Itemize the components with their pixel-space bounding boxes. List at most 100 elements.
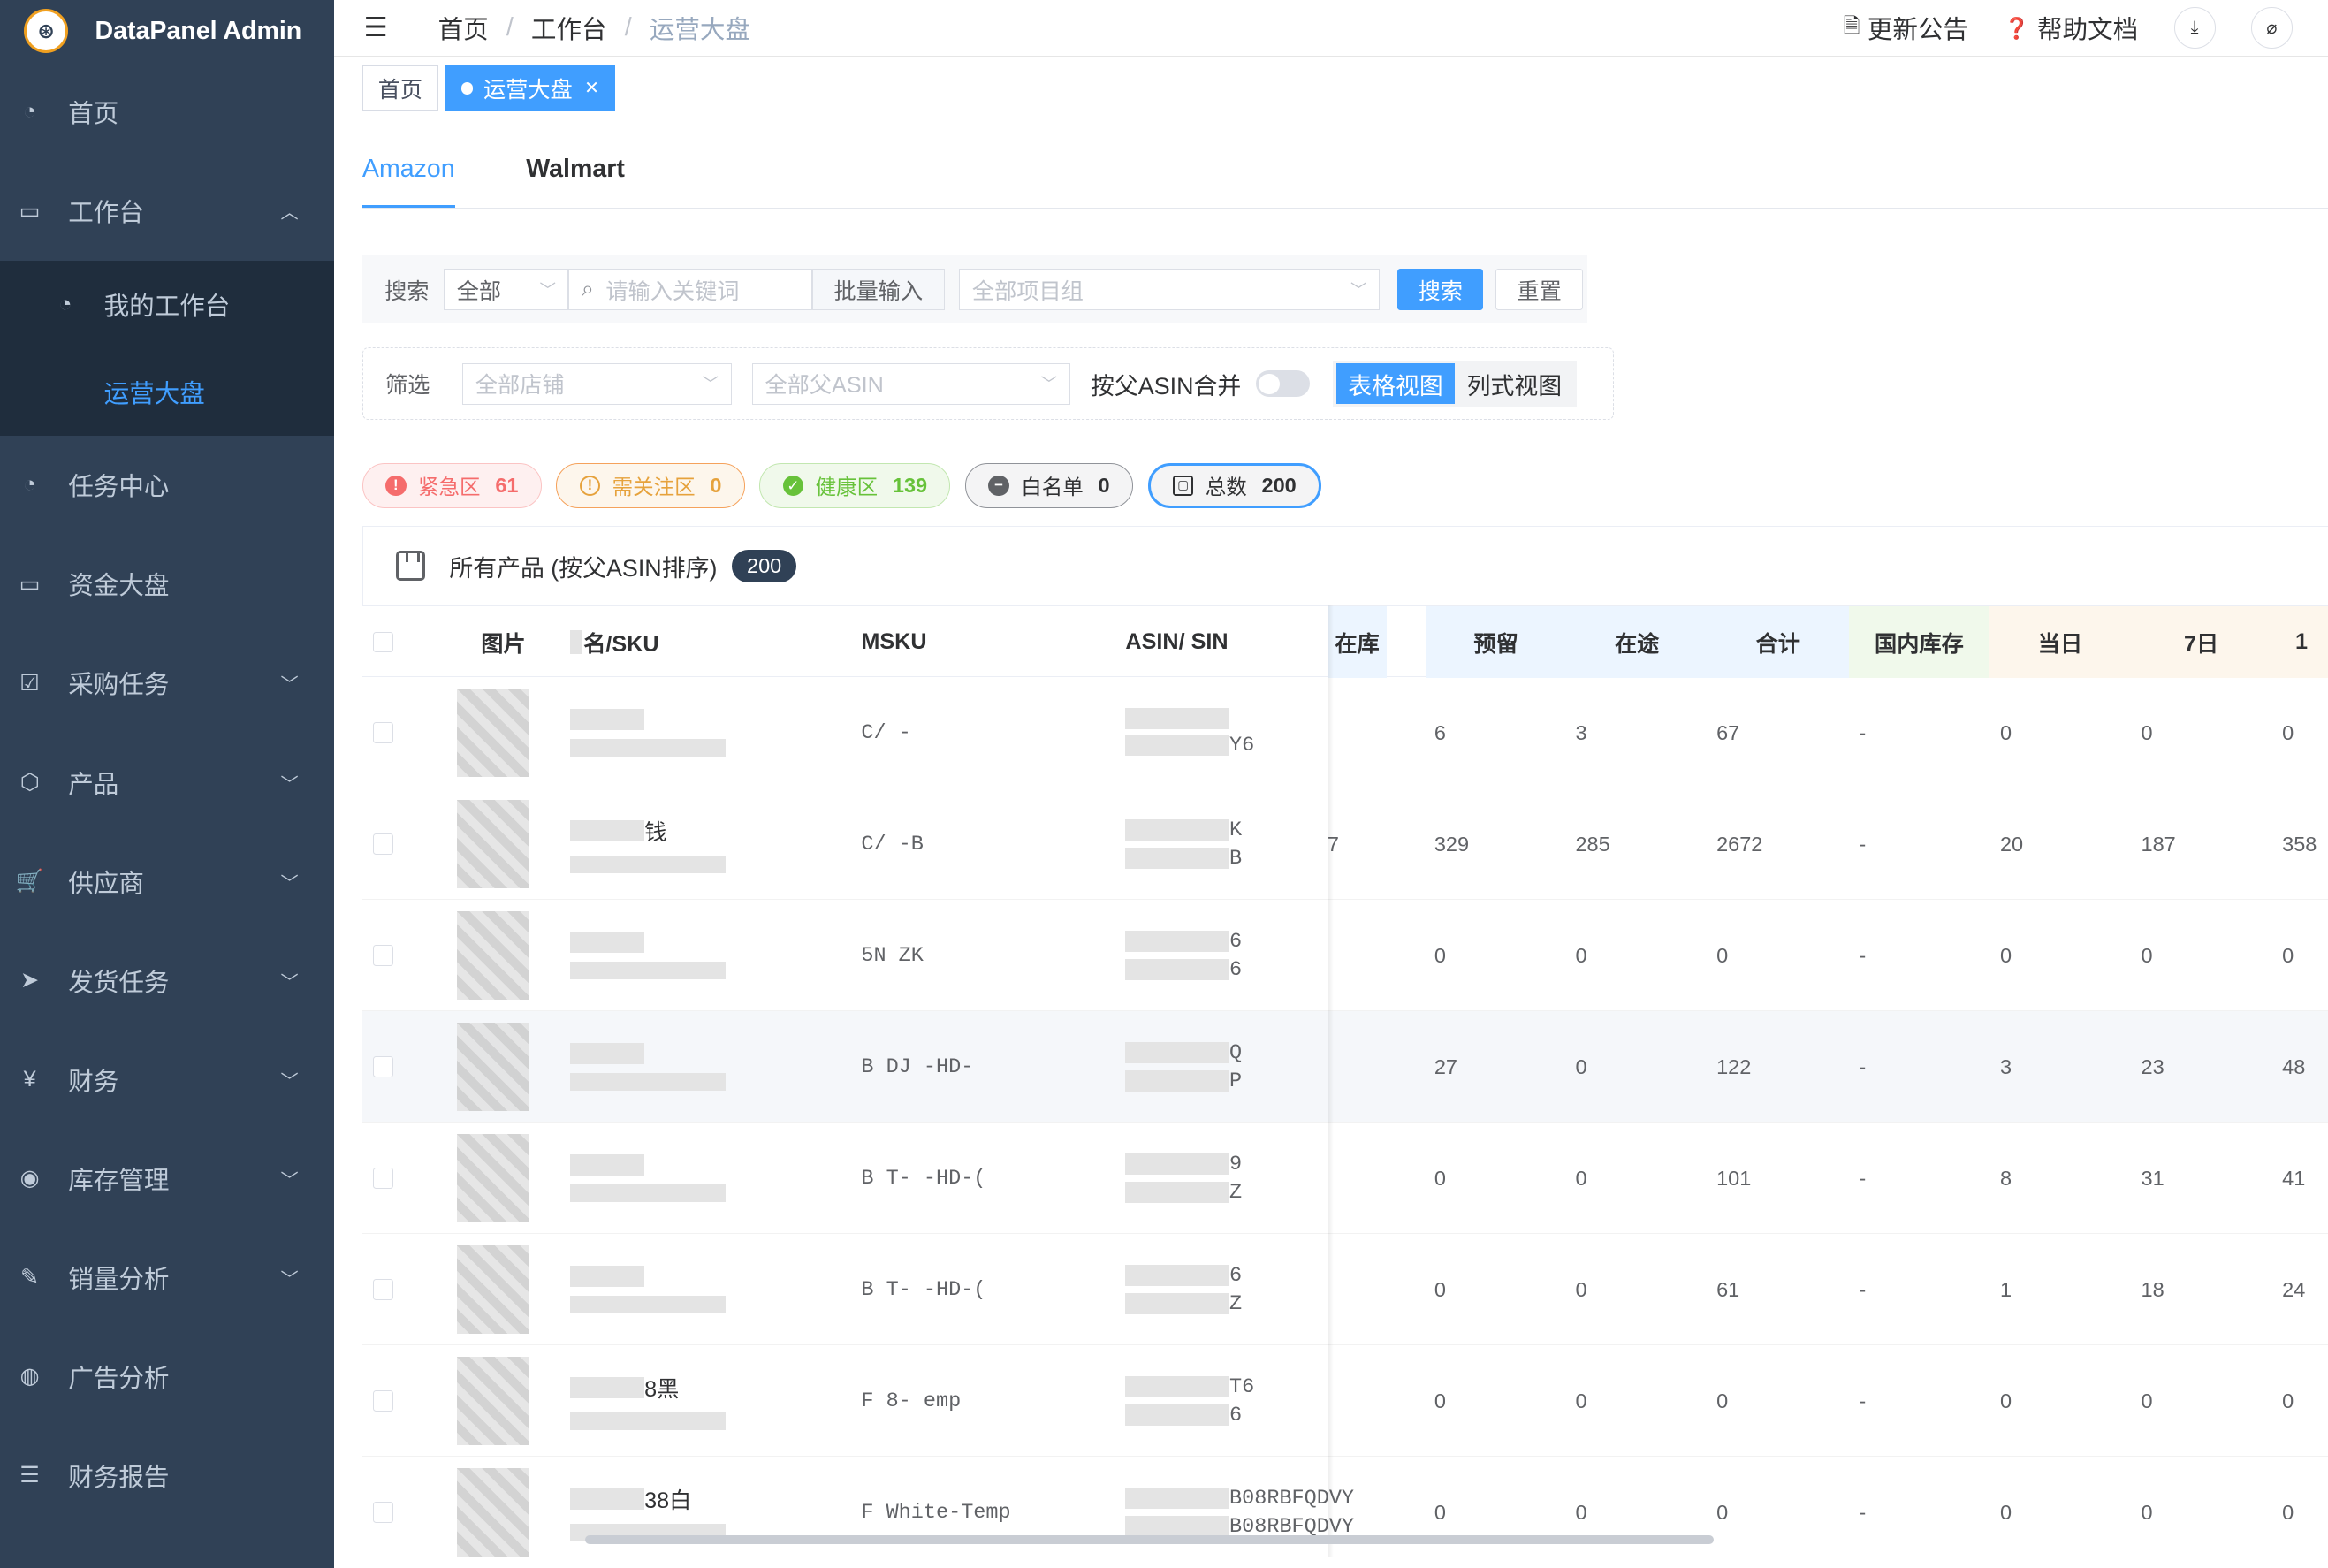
table-row[interactable]: 8黑 F 8- emp T6 6 0 0 0 - 0 0 0 [361,1345,2328,1458]
row-checkbox[interactable] [372,1390,394,1412]
sidebar-item-product[interactable]: ⬡ 产品 ﹀ [0,733,334,832]
settings-button[interactable]: ⌀ [2250,7,2293,49]
announcement-link[interactable]: 🗎 更新公告 [1844,10,1968,46]
search-scope-select[interactable]: 全部 ﹀ [444,269,569,311]
tag-home[interactable]: 首页 [361,65,438,111]
sidebar-item-finance-report[interactable]: ☰ 财务报告 [0,1426,334,1525]
row-checkbox[interactable] [372,1502,394,1523]
search-button[interactable]: 搜索 [1397,269,1484,311]
chevron-down-icon: ﹀ [280,873,299,894]
row-checkbox[interactable] [372,1168,394,1189]
table-row[interactable]: B DJ -HD- Q P 27 0 122 - 3 23 48 [361,1011,2328,1123]
domestic-value: - [1859,720,1867,744]
sidebar-item-task-center[interactable]: ◔ 任务中心 [0,436,334,535]
project-group-select[interactable]: 全部项目组 ﹀ [959,269,1380,311]
sidebar-item-label: 运营大盘 [103,379,205,408]
sidebar-item-workspace[interactable]: ▭ 工作台 ︿ [0,162,334,261]
tab-amazon[interactable]: Amazon [361,155,456,209]
reset-button[interactable]: 重置 [1495,269,1584,311]
transit-value: 0 [1575,1277,1587,1301]
list-view-button[interactable]: 列式视图 [1455,363,1573,404]
table-view-button[interactable]: 表格视图 [1335,363,1456,405]
box-icon: ⬡ [19,770,40,795]
row-checkbox[interactable] [372,1056,394,1077]
sidebar-item-ads-analysis[interactable]: ◍ 广告分析 [0,1327,334,1426]
col-asin: ASIN/ SIN [1125,629,1229,655]
zone-attention[interactable]: ! 需关注区 0 [556,463,745,508]
7d-value: 23 [2141,1054,2164,1078]
table-row[interactable]: B T- -HD-(6 Z 0 0 61 - 1 18 24 [361,1234,2328,1346]
sidebar-item-funds[interactable]: ▭ 资金大盘 [0,535,334,634]
7d-value: 0 [2141,943,2153,967]
sidebar: ⊛ DataPanel Admin ◔ 首页 ▭ 工作台 ︿ ◔ 我的工作台 运… [0,0,334,1568]
zone-total[interactable]: ▢ 总数 200 [1147,463,1321,508]
table-row[interactable]: C/ - Y6 6 3 67 - 0 0 0 [361,677,2328,789]
reserved-value: 0 [1434,1277,1446,1301]
merge-toggle[interactable] [1256,370,1310,398]
table-row[interactable]: 5N ZK 6 6 0 0 0 - 0 0 0 [361,900,2328,1012]
store-select[interactable]: 全部店铺 ﹀ [462,362,732,405]
horizontal-scrollbar[interactable] [584,1535,1714,1545]
transit-value: 3 [1575,720,1587,744]
sidebar-item-purchase[interactable]: ☑ 采购任务 ﹀ [0,634,334,733]
col-image: 图片 [481,631,526,657]
chevron-down-icon: ﹀ [1040,375,1058,394]
table-row[interactable]: 钱C/ -BKB73292852672-20187358 [361,788,2328,901]
sidebar-item-label: 供应商 [68,869,144,898]
total-value: 2672 [1716,832,1763,856]
question-icon: ❓ [2004,16,2030,40]
table-row[interactable]: B T- -HD-(9 Z 0 0 101 - 8 31 41 [361,1123,2328,1235]
row-checkbox[interactable] [372,722,394,743]
header-right: 🗎 更新公告 ❓ 帮助文档 ⤓ ⌀ [1844,0,2328,57]
row-checkbox[interactable] [372,833,394,855]
transit-value: 0 [1575,943,1587,967]
sidebar-item-my-workspace[interactable]: ◔ 我的工作台 [0,261,334,348]
tag-ops-dashboard[interactable]: 运营大盘 ✕ [445,65,615,111]
msku-value: F 8- emp [861,1389,962,1413]
sidebar-item-shipping[interactable]: ➤ 发货任务 ﹀ [0,931,334,1030]
sidebar-item-sales-analysis[interactable]: ✎ 销量分析 ﹀ [0,1228,334,1327]
chevron-down-icon: ﹀ [280,774,299,795]
logo[interactable]: ⊛ DataPanel Admin [0,0,334,63]
send-icon: ➤ [20,968,40,993]
sidebar-item-inventory[interactable]: ◉ 库存管理 ﹀ [0,1129,334,1228]
total-value: 122 [1716,1054,1752,1078]
row-checkbox[interactable] [372,1279,394,1300]
product-thumbnail [457,799,529,889]
parent-asin-select[interactable]: 全部父ASIN ﹀ [752,362,1070,405]
breadcrumb-workspace[interactable]: 工作台 [531,10,607,46]
zone-healthy[interactable]: ✓ 健康区 139 [759,463,951,508]
select-all-checkbox[interactable] [372,631,394,653]
zone-urgent[interactable]: ! 紧急区 61 [361,463,542,508]
domestic-value: - [1859,1500,1867,1524]
sidebar-item-label: 发货任务 [68,968,170,997]
total-value: 0 [1716,1389,1729,1412]
sidebar-item-finance[interactable]: ¥ 财务 ﹀ [0,1030,334,1129]
navbar: ☰ 首页 / 工作台 / 运营大盘 🗎 更新公告 ❓ 帮助文档 ⤓ ⌀ [334,0,2328,57]
tab-walmart[interactable]: Walmart [526,155,625,209]
7d-value: 0 [2141,1389,2153,1412]
reserved-value: 0 [1434,943,1446,967]
row-checkbox[interactable] [372,945,394,966]
check-icon: ✓ [782,475,804,497]
batch-input-button[interactable]: 批量输入 [811,269,945,311]
chevron-down-icon: ﹀ [539,280,556,300]
30d-value: 48 [2282,1054,2306,1078]
msku-value: 5N ZK [861,943,924,968]
sidebar-item-supplier[interactable]: 🛒 供应商 ﹀ [0,832,334,931]
download-button[interactable]: ⤓ [2173,7,2216,49]
sidebar-item-home[interactable]: ◔ 首页 [0,63,334,162]
breadcrumb-home[interactable]: 首页 [438,10,489,46]
zone-whitelist[interactable]: − 白名单 0 [965,463,1133,508]
hamburger-icon[interactable]: ☰ [364,12,394,43]
chevron-up-icon: ︿ [280,203,299,224]
keyword-input[interactable]: ⌕ 请输入关键词 [568,269,812,311]
sidebar-item-ops-dashboard[interactable]: 运营大盘 [0,348,334,436]
reserved-value: 0 [1434,1389,1446,1412]
minus-icon: − [988,475,1009,497]
help-link[interactable]: ❓ 帮助文档 [2004,10,2138,46]
product-thumbnail [457,1467,529,1557]
close-icon[interactable]: ✕ [584,77,599,99]
col-total: 合计 [1707,606,1849,679]
product-thumbnail [457,688,529,778]
